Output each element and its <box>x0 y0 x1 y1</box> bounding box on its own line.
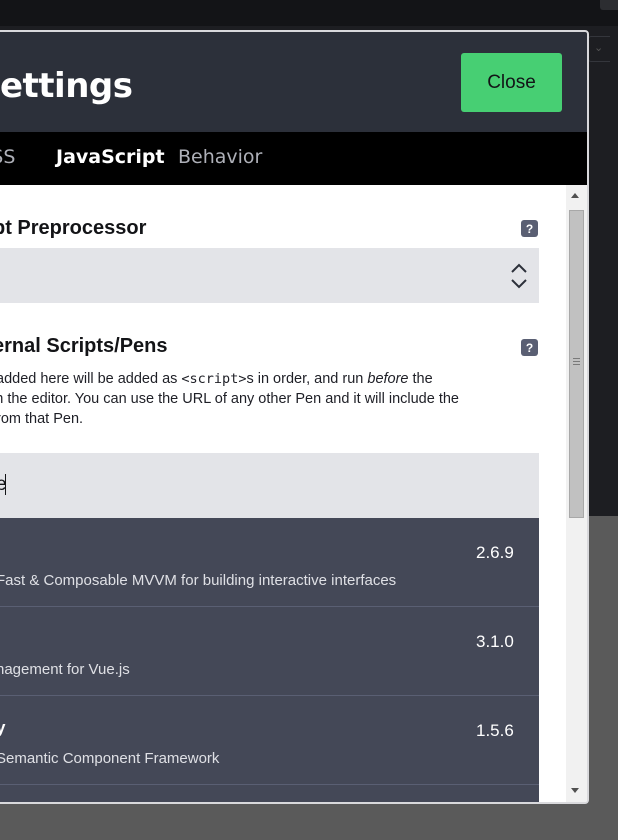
modal-title: Settings <box>0 66 133 106</box>
help-icon[interactable]: ? <box>521 220 538 237</box>
search-results-list: Fast & Composable MVVM for building inte… <box>0 518 539 802</box>
grip-icon <box>573 358 580 365</box>
scroll-up-arrow-icon[interactable] <box>571 193 579 198</box>
result-version: 3.1.0 <box>476 632 514 651</box>
editor-top-bar <box>0 0 618 26</box>
result-name: y <box>0 718 5 738</box>
text-caret <box>5 474 6 495</box>
tab-css[interactable]: CSS <box>0 146 15 168</box>
settings-tabs: CSS JavaScript Behavior <box>0 132 587 185</box>
settings-modal: Settings Close CSS JavaScript Behavior p… <box>0 30 589 804</box>
help-icon[interactable]: ? <box>521 339 538 356</box>
script-tag-code: <script> <box>181 371 247 387</box>
close-button[interactable]: Close <box>461 53 562 112</box>
result-item[interactable]: y Semantic Component Framework 1.5.6 <box>0 696 539 785</box>
content-scrollbar[interactable] <box>566 185 587 802</box>
scroll-down-arrow-icon[interactable] <box>571 788 579 793</box>
description-line-1: added here will be added as <script>s in… <box>0 371 433 387</box>
external-scripts-title: ernal Scripts/Pens <box>0 335 168 357</box>
result-description: Semantic Component Framework <box>0 750 220 767</box>
js-preprocessor-title: pt Preprocessor <box>0 217 147 239</box>
result-item[interactable]: nagement for Vue.js 3.1.0 <box>0 607 539 696</box>
scrollbar-thumb[interactable] <box>569 210 584 518</box>
external-scripts-description: added here will be added as <script>s in… <box>0 369 541 429</box>
chevron-down-icon: ⌄ <box>594 41 604 54</box>
external-script-search-input[interactable]: e <box>0 453 539 518</box>
description-line-2: in the editor. You can use the URL of an… <box>0 391 459 407</box>
result-description: Fast & Composable MVVM for building inte… <box>0 572 397 589</box>
editor-control <box>600 0 618 10</box>
result-version: 1.5.6 <box>476 721 514 740</box>
modal-header: Settings Close <box>0 32 587 132</box>
description-line-3: from that Pen. <box>0 411 84 427</box>
settings-content: pt Preprocessor ? ernal Scripts/Pens ? a… <box>0 185 566 802</box>
tab-behavior[interactable]: Behavior <box>178 146 262 168</box>
result-item[interactable]: Fast & Composable MVVM for building inte… <box>0 518 539 607</box>
up-down-arrows-icon <box>511 263 527 289</box>
js-preprocessor-select[interactable] <box>0 248 539 303</box>
tab-javascript[interactable]: JavaScript <box>56 146 165 168</box>
editor-dropdown-control: ⌄ <box>588 36 610 62</box>
result-description: nagement for Vue.js <box>0 661 130 678</box>
result-version: 2.6.9 <box>476 543 514 562</box>
